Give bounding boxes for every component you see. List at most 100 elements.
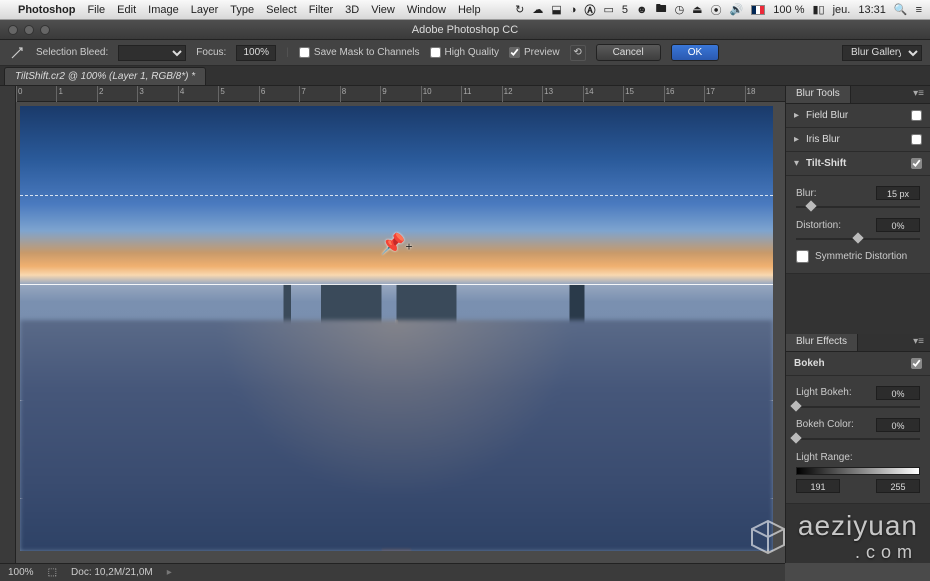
tab-blur-tools[interactable]: Blur Tools xyxy=(786,86,851,103)
status-bar: 100% ⬚ Doc: 10,2M/21,0M ▸ xyxy=(0,563,785,581)
watermark-line1: aeziyuan xyxy=(798,510,918,541)
tool-indicator-icon[interactable] xyxy=(8,44,26,62)
clock-icon[interactable]: ◷ xyxy=(675,3,685,16)
spotlight-icon[interactable]: 🔍 xyxy=(894,3,908,16)
reset-button[interactable]: ⟲ xyxy=(570,45,586,61)
menu-edit[interactable]: Edit xyxy=(117,4,136,16)
save-mask-checkbox[interactable]: Save Mask to Channels xyxy=(299,47,420,58)
ok-button[interactable]: OK xyxy=(671,44,719,61)
window-zoom-button[interactable] xyxy=(40,25,50,35)
ruler-tick-label: 3 xyxy=(139,87,143,96)
preview-checkbox[interactable]: Preview xyxy=(509,47,560,58)
watermark: aeziyuan .com xyxy=(746,510,918,563)
ruler-tick-label: 18 xyxy=(747,87,756,96)
window-minimize-button[interactable] xyxy=(24,25,34,35)
light-range-high[interactable]: 255 xyxy=(876,479,920,493)
field-blur-label: Field Blur xyxy=(806,110,848,121)
bokeh-checkbox[interactable] xyxy=(911,358,922,369)
status-zoom[interactable]: 100% xyxy=(8,567,34,578)
ruler-tick-label: 11 xyxy=(463,87,471,96)
menu-select[interactable]: Select xyxy=(266,4,297,16)
status-doc-size[interactable]: Doc: 10,2M/21,0M xyxy=(71,567,153,578)
tiltshift-inner-bottom[interactable] xyxy=(20,400,773,401)
selection-bleed-select[interactable] xyxy=(118,45,186,61)
menu-filter[interactable]: Filter xyxy=(309,4,333,16)
document-tab[interactable]: TiltShift.cr2 @ 100% (Layer 1, RGB/8*) * xyxy=(4,67,206,85)
bokeh-row[interactable]: Bokeh xyxy=(786,352,930,376)
window-title: Adobe Photoshop CC xyxy=(412,24,518,36)
panel-menu-icon[interactable]: ▾≡ xyxy=(907,86,930,103)
options-bar: Selection Bleed: Focus: | Save Mask to C… xyxy=(0,40,930,66)
menu-file[interactable]: File xyxy=(87,4,105,16)
display-icon[interactable]: ▭ xyxy=(603,3,613,16)
pin-icon[interactable]: 📌+ xyxy=(381,231,413,256)
bokeh-color-value[interactable]: 0% xyxy=(876,418,920,432)
tab-blur-effects[interactable]: Blur Effects xyxy=(786,334,858,351)
adobe-icon[interactable]: Ⓐ xyxy=(584,2,595,18)
light-bokeh-label: Light Bokeh: xyxy=(796,387,852,398)
window-close-button[interactable] xyxy=(8,25,18,35)
ruler-horizontal[interactable]: 012345678910111213141516171819 xyxy=(16,86,785,102)
blur-amount-value[interactable]: 15 px xyxy=(876,186,920,200)
field-blur-row[interactable]: ▸ Field Blur xyxy=(786,104,930,128)
finder-icon[interactable]: ☻ xyxy=(636,4,648,16)
symmetric-distortion-checkbox[interactable]: Symmetric Distortion xyxy=(796,250,920,263)
folder-icon[interactable]: 🖿 xyxy=(656,0,667,19)
document-canvas[interactable]: 📌+ xyxy=(20,106,773,551)
light-bokeh-value[interactable]: 0% xyxy=(876,386,920,400)
cloud-icon[interactable]: ☁ xyxy=(532,3,543,16)
light-bokeh-slider[interactable] xyxy=(796,402,920,412)
blur-amount-label: Blur: xyxy=(796,188,817,199)
chevron-right-icon: ▸ xyxy=(794,134,802,145)
tiltshift-outer-bottom[interactable] xyxy=(20,498,773,499)
cc-icon[interactable]: ◑ xyxy=(570,4,577,16)
wifi-icon[interactable]: ⦿ xyxy=(711,2,722,18)
selection-bleed-label: Selection Bleed: xyxy=(36,47,108,58)
tiltshift-center-handle[interactable] xyxy=(388,342,406,360)
high-quality-checkbox[interactable]: High Quality xyxy=(430,47,499,58)
menu-type[interactable]: Type xyxy=(230,4,254,16)
cancel-button[interactable]: Cancel xyxy=(596,44,661,61)
iris-blur-row[interactable]: ▸ Iris Blur xyxy=(786,128,930,152)
dropbox-icon[interactable]: ⬓ xyxy=(551,3,561,16)
menu-help[interactable]: Help xyxy=(458,4,481,16)
tiltshift-outer-top[interactable] xyxy=(20,195,773,196)
battery-icon[interactable]: ▮▯ xyxy=(812,3,824,16)
ruler-tick-label: 0 xyxy=(18,87,22,96)
blur-amount-slider[interactable] xyxy=(796,202,920,212)
distortion-slider[interactable] xyxy=(796,234,920,244)
clock-time: 13:31 xyxy=(858,4,886,16)
right-panel-column: Blur Tools ▾≡ ▸ Field Blur ▸ Iris Blur ▾… xyxy=(785,86,930,563)
num-5-icon[interactable]: 5 xyxy=(622,4,628,16)
eject-icon[interactable]: ⏏ xyxy=(692,3,702,16)
ruler-tick-label: 5 xyxy=(220,87,224,96)
ruler-tick-label: 13 xyxy=(544,87,553,96)
blur-gallery-select[interactable]: Blur Gallery xyxy=(842,45,922,61)
volume-icon[interactable]: 🔊 xyxy=(730,3,744,16)
menubar-app[interactable]: Photoshop xyxy=(18,4,75,16)
menu-window[interactable]: Window xyxy=(407,4,446,16)
bokeh-color-slider[interactable] xyxy=(796,434,920,444)
ruler-vertical[interactable] xyxy=(0,86,16,563)
light-range-low[interactable]: 191 xyxy=(796,479,840,493)
panel-menu-icon[interactable]: ▾≡ xyxy=(907,334,930,351)
ruler-tick-label: 10 xyxy=(423,87,432,96)
tiltshift-inner-top[interactable] xyxy=(20,284,773,285)
menu-layer[interactable]: Layer xyxy=(191,4,219,16)
iris-blur-checkbox[interactable] xyxy=(911,134,922,145)
distortion-value[interactable]: 0% xyxy=(876,218,920,232)
ruler-tick-label: 16 xyxy=(666,87,675,96)
menu-view[interactable]: View xyxy=(371,4,395,16)
tilt-shift-checkbox[interactable] xyxy=(911,158,922,169)
menu-image[interactable]: Image xyxy=(148,4,179,16)
status-handle-icon[interactable]: ⬚ xyxy=(48,567,57,578)
field-blur-checkbox[interactable] xyxy=(911,110,922,121)
tilt-shift-row[interactable]: ▾ Tilt-Shift xyxy=(786,152,930,176)
menu-3d[interactable]: 3D xyxy=(345,4,359,16)
flag-fr-icon[interactable] xyxy=(751,5,765,15)
notification-icon[interactable]: ≡ xyxy=(916,4,922,16)
sync-icon[interactable]: ↻ xyxy=(515,3,524,16)
focus-label: Focus: xyxy=(196,47,226,58)
light-range-slider[interactable] xyxy=(796,467,920,475)
focus-input[interactable] xyxy=(236,45,276,61)
